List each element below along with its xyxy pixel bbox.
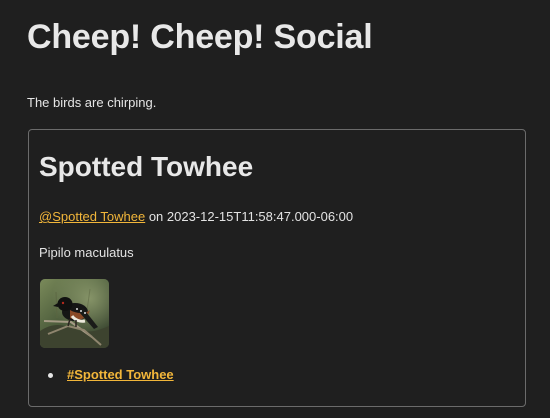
post-title: Spotted Towhee xyxy=(39,151,254,182)
post-byline: @Spotted Towhee on 2023-12-15T11:58:47.0… xyxy=(39,209,353,225)
byline-connector: on xyxy=(145,209,167,224)
scientific-name: Pipilo maculatus xyxy=(39,245,134,260)
bullet-icon xyxy=(48,373,53,378)
tag-list: #Spotted Towhee xyxy=(47,367,174,383)
site-title: Cheep! Cheep! Social xyxy=(27,18,373,56)
site-tagline: The birds are chirping. xyxy=(27,95,157,110)
tag-link[interactable]: #Spotted Towhee xyxy=(67,367,174,382)
tag-list-item: #Spotted Towhee xyxy=(47,367,174,383)
author-link[interactable]: @Spotted Towhee xyxy=(39,209,145,224)
post-card: Spotted Towhee @Spotted Towhee on 2023-1… xyxy=(28,129,526,407)
bird-photo xyxy=(40,279,109,348)
spotted-towhee-image-icon xyxy=(40,279,109,348)
page: Cheep! Cheep! Social The birds are chirp… xyxy=(0,0,550,418)
post-timestamp: 2023-12-15T11:58:47.000-06:00 xyxy=(166,209,354,224)
